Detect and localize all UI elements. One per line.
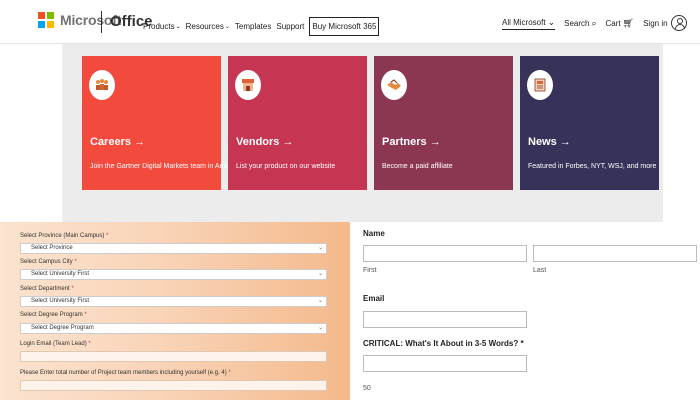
nav-support-label: Support xyxy=(276,22,305,31)
card-description: Featured in Forbes, NYT, WSJ, and more xyxy=(528,163,657,170)
name-label: Name xyxy=(363,229,385,238)
last-name-input[interactable] xyxy=(533,245,697,262)
cart-icon: 🛒︎ xyxy=(622,17,635,28)
province-select-value: Select Province xyxy=(31,245,73,251)
card-news[interactable]: News → Featured in Forbes, NYT, WSJ, and… xyxy=(520,56,659,190)
cart-button[interactable]: Cart 🛒︎ xyxy=(606,18,635,29)
character-count: 50 xyxy=(363,385,371,392)
chevron-down-icon: ⌄ xyxy=(317,271,323,277)
required-marker: * xyxy=(88,341,91,347)
card-description: Become a paid affiliate xyxy=(382,163,453,170)
degree-select-value: Select Degree Program xyxy=(31,325,94,331)
members-label-text: Please Enter total number of Project tea… xyxy=(20,370,227,376)
first-sublabel: First xyxy=(363,267,377,274)
handshake-icon xyxy=(381,70,407,100)
all-microsoft-label: All Microsoft xyxy=(502,17,546,27)
department-label: Select Department * xyxy=(20,286,74,292)
card-title[interactable]: Careers → xyxy=(90,136,145,148)
critical-label: CRITICAL: What's It About in 3-5 Words? … xyxy=(363,339,524,348)
all-microsoft-menu[interactable]: All Microsoft ⌄ xyxy=(502,16,556,30)
chevron-down-icon: ⌄ xyxy=(317,325,323,331)
card-careers[interactable]: Careers → Join the Gartner Digital Marke… xyxy=(82,56,234,190)
search-label: Search xyxy=(564,18,590,28)
nav-templates-label: Templates xyxy=(234,22,272,31)
required-marker: * xyxy=(71,286,74,292)
campus-city-label-text: Select Campus City xyxy=(20,259,73,265)
submission-form: Name First Last Email CRITICAL: What's I… xyxy=(350,222,700,400)
storefront-icon xyxy=(235,70,261,100)
cart-label: Cart xyxy=(605,18,621,28)
team-lead-email-input[interactable] xyxy=(20,351,327,362)
card-partners[interactable]: Partners → Become a paid affiliate xyxy=(374,56,513,190)
required-marker: * xyxy=(74,259,77,265)
degree-label: Select Degree Program * xyxy=(20,312,87,318)
required-marker: * xyxy=(228,370,231,376)
team-members-count-input[interactable] xyxy=(20,380,327,391)
email-input[interactable] xyxy=(363,311,527,328)
card-title[interactable]: News → xyxy=(528,136,571,148)
first-name-input[interactable] xyxy=(363,245,527,262)
microsoft-logo[interactable]: Microsoft xyxy=(38,12,121,28)
nav-products-label: Products xyxy=(143,22,175,31)
nav-resources[interactable]: Resources ⌄ xyxy=(186,22,230,31)
required-marker: * xyxy=(106,233,109,239)
campus-city-select-value: Select University First xyxy=(31,271,90,277)
degree-label-text: Select Degree Program xyxy=(20,312,83,318)
card-title[interactable]: Partners → xyxy=(382,136,441,148)
nav-resources-label: Resources xyxy=(185,22,224,31)
microsoft-header: Microsoft Office Products ⌄ Resources ⌄ … xyxy=(0,0,700,44)
department-label-text: Select Department xyxy=(20,286,70,292)
province-label-text: Select Province (Main Campus) xyxy=(20,233,105,239)
chevron-down-icon: ⌄ xyxy=(317,245,323,251)
members-label: Please Enter total number of Project tea… xyxy=(20,370,231,376)
registration-form: Select Province (Main Campus) * Select P… xyxy=(0,222,350,400)
card-title[interactable]: Vendors → xyxy=(236,136,293,148)
degree-select[interactable]: Select Degree Program ⌄ xyxy=(20,323,327,334)
buy-microsoft-365-button[interactable]: Buy Microsoft 365 xyxy=(309,17,380,36)
main-nav: Products ⌄ Resources ⌄ Templates Support… xyxy=(143,17,380,36)
province-label: Select Province (Main Campus) * xyxy=(20,233,108,239)
province-select[interactable]: Select Province ⌄ xyxy=(20,243,327,254)
chevron-down-icon: ⌄ xyxy=(547,16,556,27)
card-description: Join the Gartner Digital Markets team in… xyxy=(90,163,235,170)
required-marker: * xyxy=(84,312,87,318)
cards-section: Careers → Join the Gartner Digital Marke… xyxy=(62,44,663,222)
search-icon: ⌕ xyxy=(591,17,597,28)
chevron-down-icon: ⌄ xyxy=(175,24,181,30)
nav-products[interactable]: Products ⌄ xyxy=(143,22,181,31)
avatar-icon xyxy=(670,15,687,31)
sign-in-label: Sign in xyxy=(643,18,668,28)
last-sublabel: Last xyxy=(533,267,547,274)
search-button[interactable]: Search ⌕ xyxy=(564,18,596,29)
chevron-down-icon: ⌄ xyxy=(317,298,323,304)
people-icon xyxy=(89,70,115,100)
email-label-text: Login Email (Team Lead) xyxy=(20,341,87,347)
nav-support[interactable]: Support xyxy=(276,22,304,31)
microsoft-logo-icon xyxy=(38,12,54,28)
nav-templates[interactable]: Templates xyxy=(235,22,271,31)
department-select[interactable]: Select University First ⌄ xyxy=(20,296,327,307)
critical-words-input[interactable] xyxy=(363,355,527,372)
sign-in-button[interactable]: Sign in xyxy=(643,15,687,31)
campus-city-label: Select Campus City * xyxy=(20,259,77,265)
card-description: List your product on our website xyxy=(236,163,336,170)
department-select-value: Select University First xyxy=(31,298,90,304)
header-right: All Microsoft ⌄ Search ⌕ Cart 🛒︎ Sign in xyxy=(502,12,696,34)
card-vendors[interactable]: Vendors → List your product on our websi… xyxy=(228,56,367,190)
newspaper-icon xyxy=(527,70,553,100)
campus-city-select[interactable]: Select University First ⌄ xyxy=(20,269,327,280)
email-label: Email xyxy=(363,294,385,303)
email-label: Login Email (Team Lead) * xyxy=(20,341,91,347)
header-divider xyxy=(101,11,102,33)
chevron-down-icon: ⌄ xyxy=(224,24,230,30)
